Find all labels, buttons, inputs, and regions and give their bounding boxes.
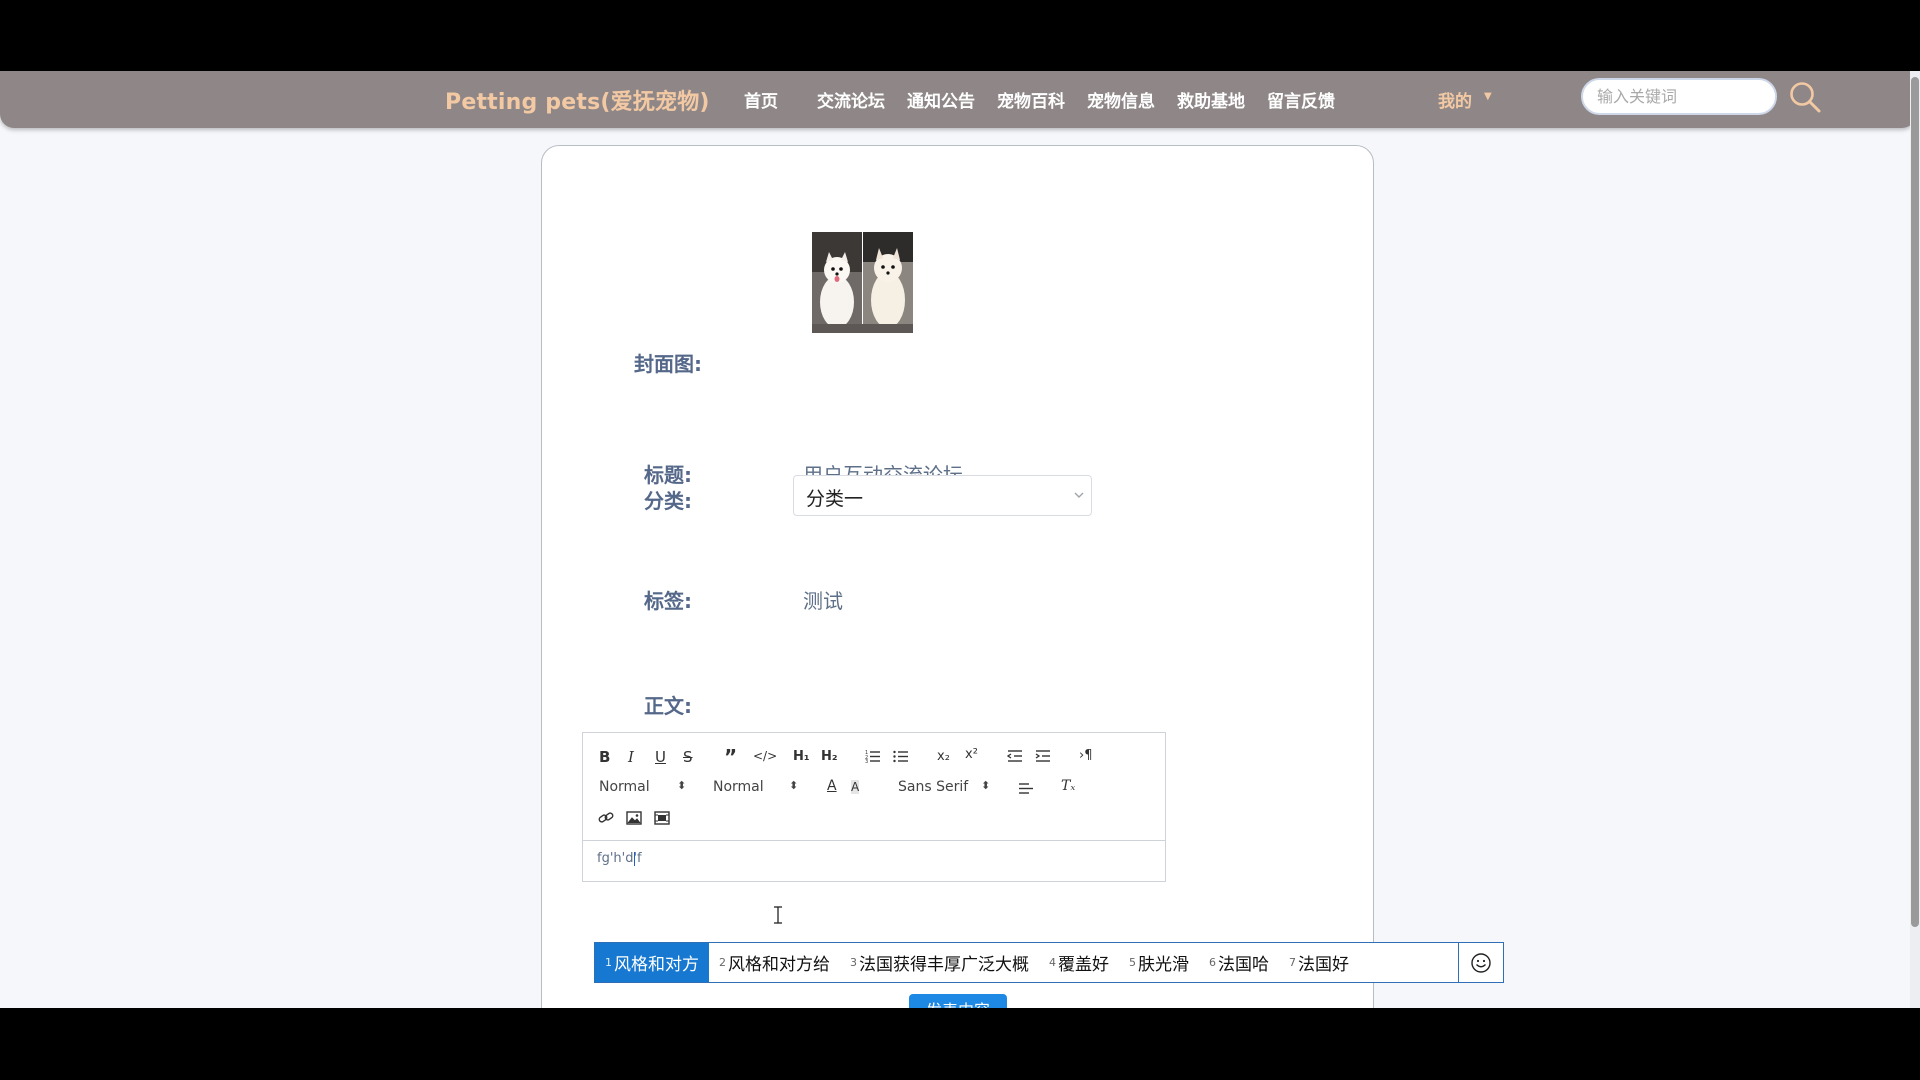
- svg-text:3: 3: [865, 759, 868, 763]
- heading1-icon[interactable]: H₁: [793, 749, 810, 764]
- body-label: 正文:: [644, 694, 692, 718]
- page-scrollbar[interactable]: [1910, 71, 1920, 1008]
- nav-item-rescue-base[interactable]: 救助基地: [1177, 87, 1245, 112]
- ime-candidate-2[interactable]: 2 风格和对方给: [709, 943, 840, 982]
- main-nav: 首页 交流论坛 通知公告 宠物百科 宠物信息 救助基地 留言反馈: [744, 87, 1335, 112]
- ime-candidate-5[interactable]: 5 肤光滑: [1119, 943, 1199, 982]
- indent-icon[interactable]: [1035, 749, 1051, 763]
- ime-candidate-4[interactable]: 4 覆盖好: [1039, 943, 1119, 982]
- bold-icon[interactable]: B: [599, 748, 610, 766]
- publish-button[interactable]: 发表内容: [909, 994, 1007, 1008]
- font-size-select[interactable]: Normal: [713, 779, 764, 795]
- text-cursor: [634, 852, 635, 866]
- ordered-list-icon[interactable]: 123: [865, 749, 881, 763]
- category-select[interactable]: 分类一: [793, 475, 1092, 516]
- italic-icon[interactable]: I: [628, 748, 634, 766]
- link-icon[interactable]: [598, 811, 614, 825]
- category-selected-value: 分类一: [806, 488, 864, 510]
- nav-item-feedback[interactable]: 留言反馈: [1267, 87, 1335, 112]
- chevron-down-icon: [1074, 492, 1084, 498]
- caret-down-icon[interactable]: ▼: [1484, 91, 1492, 102]
- my-account-menu[interactable]: 我的: [1438, 87, 1472, 112]
- code-block-icon[interactable]: </>: [753, 749, 777, 763]
- nav-item-notices[interactable]: 通知公告: [907, 87, 975, 112]
- top-navbar: Petting pets(爱抚宠物) 首页 交流论坛 通知公告 宠物百科 宠物信…: [0, 71, 1916, 128]
- site-brand[interactable]: Petting pets(爱抚宠物): [445, 84, 710, 116]
- browser-viewport: Petting pets(爱抚宠物) 首页 交流论坛 通知公告 宠物百科 宠物信…: [0, 71, 1920, 1008]
- clear-format-icon[interactable]: Tₓ: [1061, 778, 1075, 794]
- title-label: 标题:: [644, 463, 692, 487]
- category-label: 分类:: [644, 489, 692, 513]
- select-arrows-icon: ⬍: [981, 779, 991, 792]
- mouse-ibeam-cursor-icon: [774, 906, 782, 924]
- outdent-icon[interactable]: [1007, 749, 1023, 763]
- search-input[interactable]: [1581, 78, 1777, 115]
- select-arrows-icon: ⬍: [677, 779, 687, 792]
- tag-label: 标签:: [644, 589, 692, 613]
- ime-candidate-1[interactable]: 1 风格和对方: [595, 943, 709, 982]
- background-color-icon[interactable]: A: [851, 780, 860, 794]
- bullet-list-icon[interactable]: [893, 749, 909, 763]
- scrollbar-thumb[interactable]: [1911, 77, 1919, 927]
- header-format-select[interactable]: Normal: [599, 779, 650, 795]
- nav-item-forum[interactable]: 交流论坛: [817, 87, 885, 112]
- ime-candidate-6[interactable]: 6 法国哈: [1199, 943, 1279, 982]
- rich-text-editor: B I U S ” </> H₁ H₂ 123 x₂ x² ›¶ Normal …: [582, 732, 1166, 882]
- ime-candidate-7[interactable]: 7 法国好: [1279, 943, 1359, 982]
- font-family-select[interactable]: Sans Serif: [898, 779, 968, 795]
- heading2-icon[interactable]: H₂: [821, 749, 838, 764]
- post-form-card: 封面图: 标题: 用户互动交流论坛 分类:: [541, 145, 1374, 1008]
- underline-icon[interactable]: U: [655, 748, 666, 766]
- video-icon[interactable]: [654, 811, 670, 825]
- text-color-icon[interactable]: A: [827, 778, 837, 794]
- text-direction-icon[interactable]: ›¶: [1079, 748, 1092, 763]
- smiley-icon: [1471, 952, 1491, 973]
- align-icon[interactable]: [1018, 781, 1034, 795]
- image-icon[interactable]: [626, 811, 642, 825]
- search-icon[interactable]: [1788, 80, 1822, 114]
- nav-item-pet-info[interactable]: 宠物信息: [1087, 87, 1155, 112]
- subscript-icon[interactable]: x₂: [937, 749, 950, 764]
- cover-image[interactable]: [812, 232, 913, 333]
- cover-label: 封面图:: [634, 352, 702, 376]
- editor-toolbar: B I U S ” </> H₁ H₂ 123 x₂ x² ›¶ Normal …: [583, 733, 1165, 841]
- strikethrough-icon[interactable]: S: [683, 748, 693, 766]
- nav-item-pet-encyclopedia[interactable]: 宠物百科: [997, 87, 1065, 112]
- superscript-icon[interactable]: x²: [965, 747, 978, 762]
- ime-emoji-button[interactable]: [1458, 943, 1503, 982]
- blockquote-icon[interactable]: ”: [724, 745, 737, 769]
- ime-candidate-bar: 1 风格和对方 2 风格和对方给 3 法国获得丰厚广泛大概 4 覆盖好 5 肤光滑 6 法国…: [594, 942, 1504, 983]
- nav-item-home[interactable]: 首页: [744, 87, 778, 112]
- select-arrows-icon: ⬍: [789, 779, 799, 792]
- tag-value: 测试: [803, 589, 843, 613]
- ime-candidate-3[interactable]: 3 法国获得丰厚广泛大概: [840, 943, 1039, 982]
